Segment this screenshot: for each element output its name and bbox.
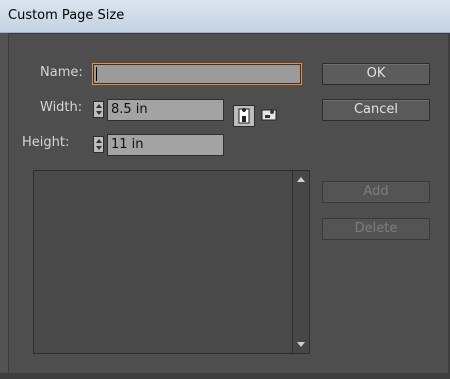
window-bottom-edge xyxy=(0,373,450,379)
add-button[interactable]: Add xyxy=(322,181,430,203)
text-cursor xyxy=(96,67,97,81)
landscape-orientation-icon[interactable] xyxy=(259,105,281,127)
height-field[interactable]: 11 in xyxy=(107,134,224,156)
page-sizes-list[interactable] xyxy=(33,170,293,354)
ok-button[interactable]: OK xyxy=(322,63,430,85)
scroll-up-icon[interactable] xyxy=(297,177,305,182)
list-scrollbar[interactable] xyxy=(293,170,310,354)
portrait-orientation-icon[interactable] xyxy=(233,105,255,127)
dialog-title: Custom Page Size xyxy=(8,8,125,23)
name-field[interactable] xyxy=(92,63,302,85)
width-label: Width: xyxy=(40,100,83,115)
title-bar: Custom Page Size xyxy=(0,0,450,33)
cancel-button[interactable]: Cancel xyxy=(322,99,430,121)
width-field[interactable]: 8.5 in xyxy=(107,99,224,121)
delete-button[interactable]: Delete xyxy=(322,218,430,240)
height-spinner-icon[interactable] xyxy=(93,136,104,153)
scroll-down-icon[interactable] xyxy=(297,342,305,347)
height-label: Height: xyxy=(22,135,70,150)
width-spinner-icon[interactable] xyxy=(93,101,104,118)
name-label: Name: xyxy=(40,65,83,80)
custom-page-size-dialog: Custom Page Size Name: Width: 8.5 in Hei… xyxy=(0,0,450,379)
